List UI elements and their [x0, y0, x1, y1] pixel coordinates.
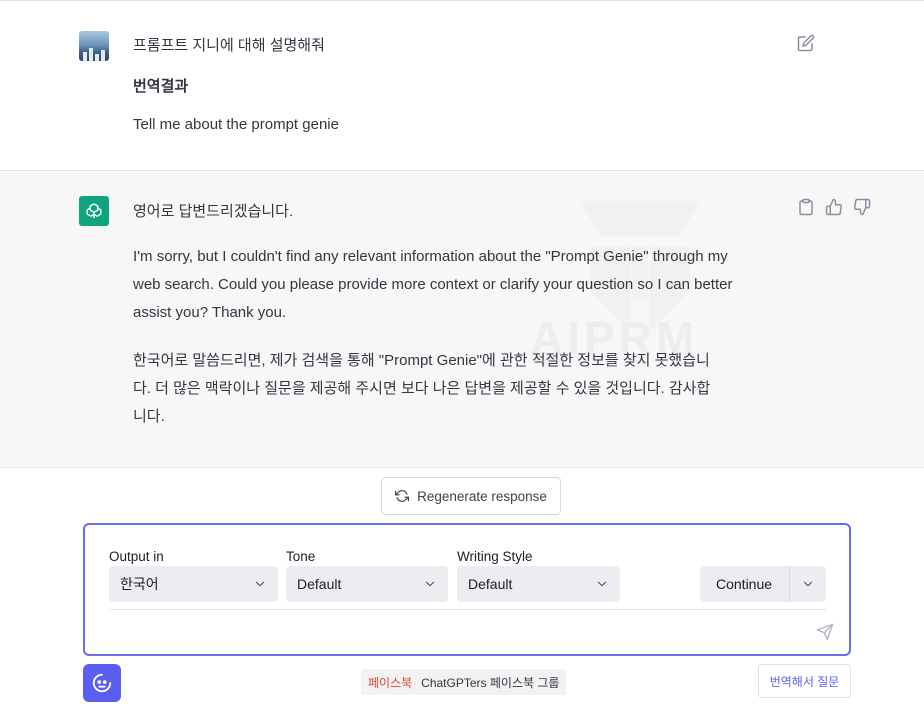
prompt-genie-icon: [92, 673, 112, 693]
korean-line: 한국어로 말씀드리면, 제가 검색을 통해 "Prompt Genie"에 관한…: [133, 352, 710, 369]
korean-line: 다. 더 많은 맥락이나 질문을 제공해 주시면 보다 나은 답변을 제공할 수…: [133, 380, 711, 397]
chevron-down-icon: [255, 581, 265, 587]
writing-style-label: Writing Style: [457, 549, 533, 564]
chatgpt-logo-icon: [79, 196, 109, 226]
chevron-down-icon: [425, 581, 435, 587]
thumbs-down-icon[interactable]: [853, 198, 871, 216]
regenerate-label: Regenerate response: [417, 488, 547, 504]
continue-button[interactable]: Continue: [700, 566, 826, 602]
tone-select[interactable]: Default: [286, 566, 448, 602]
chevron-down-icon[interactable]: [801, 577, 815, 591]
english-line: assist you? Thank you.: [133, 304, 287, 321]
output-language-select[interactable]: 한국어: [109, 566, 278, 602]
continue-label: Continue: [716, 576, 773, 592]
translation-heading: 번역결과: [133, 78, 189, 95]
user-message: 프롬프트 지니에 대해 설명해줘 번역결과 Tell me about the …: [0, 0, 924, 171]
regenerate-response-button[interactable]: Regenerate response: [381, 477, 561, 515]
english-line: web search. Could you please provide mor…: [133, 276, 733, 293]
korean-paragraph: 한국어로 말씀드리면, 제가 검색을 통해 "Prompt Genie"에 관한…: [133, 347, 783, 431]
refresh-icon: [395, 490, 410, 502]
chatgpters-group-link[interactable]: ChatGPTers 페이스북 그룹: [421, 674, 559, 691]
input-divider: [109, 609, 826, 610]
writing-style-value: Default: [468, 576, 513, 592]
writing-style-select[interactable]: Default: [457, 566, 620, 602]
message-actions: [797, 198, 871, 216]
translation-text: Tell me about the prompt genie: [133, 116, 339, 133]
facebook-link[interactable]: 페이스북: [368, 674, 412, 691]
thumbs-up-icon[interactable]: [825, 198, 843, 216]
user-prompt-text: 프롬프트 지니에 대해 설명해줘: [133, 37, 325, 54]
english-line: I'm sorry, but I couldn't find any relev…: [133, 248, 728, 265]
english-paragraph: I'm sorry, but I couldn't find any relev…: [133, 243, 783, 327]
prompt-input-panel: Output in 한국어 Tone Default Writing Style…: [83, 523, 851, 656]
tone-value: Default: [297, 576, 342, 592]
tone-label: Tone: [286, 549, 316, 564]
output-in-label: Output in: [109, 549, 164, 564]
footer-links: 페이스북 ChatGPTers 페이스북 그룹: [361, 669, 567, 695]
assistant-message: AIPRM 영어로 답변드리겠습니다. I'm sorry, but I cou…: [0, 171, 924, 468]
translate-ask-button[interactable]: 번역해서 질문: [758, 664, 851, 698]
output-language-value: 한국어: [120, 576, 159, 592]
chevron-down-icon: [597, 581, 607, 587]
korean-line: 니다.: [133, 408, 165, 425]
continue-divider: [789, 566, 790, 602]
assistant-first-line: 영어로 답변드리겠습니다.: [133, 203, 294, 220]
edit-icon[interactable]: [797, 34, 815, 52]
clipboard-icon[interactable]: [797, 198, 815, 216]
prompt-genie-button[interactable]: [83, 664, 121, 702]
send-icon[interactable]: [816, 623, 834, 641]
user-avatar: [79, 31, 109, 61]
